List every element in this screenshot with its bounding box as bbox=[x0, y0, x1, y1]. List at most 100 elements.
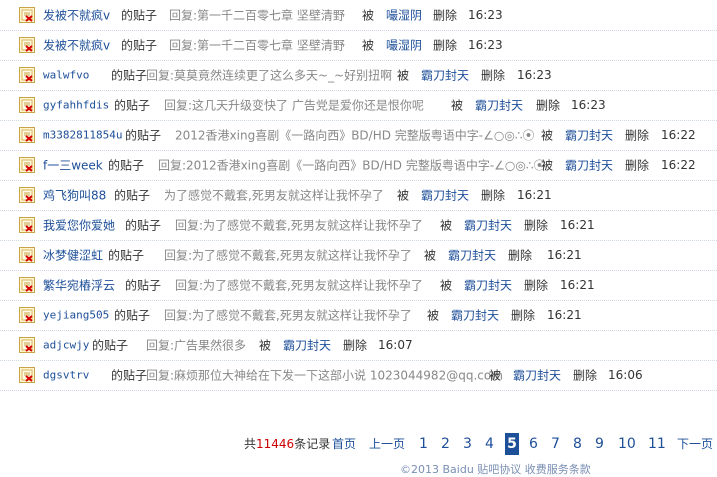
post-subject: 回复:第一千二百零七章 坚壁清野 bbox=[169, 8, 345, 23]
deleted-post-icon bbox=[19, 7, 35, 23]
list-item: walwfvo 的贴子 回复:莫莫竟然连续更了这么多天~_~好别扭啊被霸刀封天 删除 1… bbox=[0, 60, 717, 91]
by-label: 被 bbox=[541, 128, 554, 143]
post-author-link[interactable]: m3382811854u bbox=[43, 129, 122, 142]
by-label: 被 bbox=[451, 98, 464, 113]
total-records: 共11446条记录 bbox=[244, 437, 331, 451]
post-label: 的贴子 bbox=[92, 338, 129, 353]
deleted-post-icon bbox=[19, 217, 35, 233]
page-link-2[interactable]: 2 bbox=[441, 433, 450, 455]
post-label: 的贴子 bbox=[111, 368, 148, 383]
post-author-link[interactable]: yejiang505 bbox=[43, 309, 109, 322]
post-label: 的贴子 bbox=[108, 158, 145, 173]
post-author-link[interactable]: 我爱您你爱她 bbox=[43, 217, 115, 234]
operator-link[interactable]: 霸刀封天 bbox=[513, 367, 561, 384]
by-label: 被 bbox=[440, 278, 453, 293]
post-author-link[interactable]: 冰梦健涩虹 bbox=[43, 247, 103, 264]
deleted-post-icon bbox=[19, 247, 35, 263]
post-author-link[interactable]: gyfahhfdis bbox=[43, 99, 109, 112]
post-label: 的贴子 bbox=[108, 248, 145, 263]
operator-link[interactable]: 嘬湿阴 bbox=[386, 7, 422, 24]
by-label: 被 bbox=[397, 188, 410, 203]
post-author-link[interactable]: 发被不就疯v bbox=[43, 7, 110, 24]
action-label: 删除 bbox=[524, 218, 549, 233]
timestamp: 16:21 bbox=[560, 278, 595, 292]
post-label: 的贴子 bbox=[114, 308, 151, 323]
list-item: 发被不就疯v 的贴子 回复:第一千二百零七章 坚壁清野 被嘬湿阴 删除 16:23 bbox=[0, 0, 717, 31]
post-author-link[interactable]: adjcwjy bbox=[43, 339, 89, 352]
operator-link[interactable]: 霸刀封天 bbox=[464, 277, 512, 294]
by-label: 被 bbox=[489, 368, 502, 383]
page-link-8[interactable]: 8 bbox=[573, 433, 582, 455]
operator-link[interactable]: 霸刀封天 bbox=[464, 217, 512, 234]
deleted-post-icon bbox=[19, 187, 35, 203]
post-author-link[interactable]: dgsvtrv bbox=[43, 369, 89, 382]
action-label: 删除 bbox=[524, 278, 549, 293]
first-page-link[interactable]: 首页 bbox=[332, 433, 356, 455]
timestamp: 16:21 bbox=[547, 308, 582, 322]
operator-link[interactable]: 霸刀封天 bbox=[475, 97, 523, 114]
operator-link[interactable]: 霸刀封天 bbox=[283, 337, 331, 354]
post-label: 的贴子 bbox=[125, 278, 162, 293]
by-label: 被 bbox=[440, 218, 453, 233]
timestamp: 16:23 bbox=[468, 38, 503, 52]
by-label: 被 bbox=[424, 248, 437, 263]
deleted-post-icon bbox=[19, 277, 35, 293]
timestamp: 16:21 bbox=[560, 218, 595, 232]
operator-link[interactable]: 霸刀封天 bbox=[451, 307, 499, 324]
timestamp: 16:23 bbox=[571, 98, 606, 112]
operator-link[interactable]: 霸刀封天 bbox=[421, 187, 469, 204]
timestamp: 16:21 bbox=[517, 188, 552, 202]
list-item: adjcwjy 的贴子 回复:广告果然很多被霸刀封天 删除 16:07 bbox=[0, 330, 717, 361]
list-item: 我爱您你爱她 的贴子 回复:为了感觉不戴套,死男友就这样让我怀孕了 被霸刀封天 删除 16… bbox=[0, 210, 717, 241]
deleted-post-icon bbox=[19, 307, 35, 323]
timestamp: 16:21 bbox=[547, 248, 582, 262]
operator-link[interactable]: 霸刀封天 bbox=[448, 247, 496, 264]
deleted-post-icon bbox=[19, 367, 35, 383]
list-item: dgsvtrv 的贴子 回复:麻烦那位大神给在下发一下这部小说 1023044982… bbox=[0, 360, 717, 391]
page-link-9[interactable]: 9 bbox=[595, 433, 604, 455]
post-author-link[interactable]: 鸡飞狗叫88 bbox=[43, 187, 106, 204]
operator-link[interactable]: 嘬湿阴 bbox=[386, 37, 422, 54]
page-link-6[interactable]: 6 bbox=[529, 433, 538, 455]
post-author-link[interactable]: 发被不就疯v bbox=[43, 37, 110, 54]
post-author-link[interactable]: walwfvo bbox=[43, 69, 89, 82]
post-subject: 回复:为了感觉不戴套,死男友就这样让我怀孕了 bbox=[164, 248, 412, 263]
post-author-link[interactable]: 繁华宛樁浮云 bbox=[43, 277, 115, 294]
post-subject: 回复:为了感觉不戴套,死男友就这样让我怀孕了 bbox=[164, 308, 412, 323]
deleted-post-icon bbox=[19, 127, 35, 143]
deleted-post-icon bbox=[19, 97, 35, 113]
page-link-10[interactable]: 10 bbox=[618, 433, 636, 455]
action-label: 删除 bbox=[536, 98, 561, 113]
operator-link[interactable]: 霸刀封天 bbox=[421, 67, 469, 84]
operator-link[interactable]: 霸刀封天 bbox=[565, 157, 613, 174]
post-label: 的贴子 bbox=[114, 98, 151, 113]
action-label: 删除 bbox=[511, 308, 536, 323]
list-item: 发被不就疯v 的贴子 回复:第一千二百零七章 坚壁清野 被嘬湿阴 删除 16:23 bbox=[0, 30, 717, 61]
post-label: 的贴子 bbox=[114, 188, 151, 203]
post-label: 的贴子 bbox=[111, 68, 148, 83]
timestamp: 16:06 bbox=[608, 368, 643, 382]
post-subject: 回复:为了感觉不戴套,死男友就这样让我怀孕了 bbox=[175, 278, 423, 293]
post-subject: 回复:为了感觉不戴套,死男友就这样让我怀孕了 bbox=[175, 218, 423, 233]
list-item: gyfahhfdis 的贴子 回复:这几天升级变快了 广告党是爱你还是恨你呢 被霸刀封… bbox=[0, 90, 717, 121]
list-item: 冰梦健涩虹 的贴子 回复:为了感觉不戴套,死男友就这样让我怀孕了被霸刀封天 删除 16:… bbox=[0, 240, 717, 271]
page-link-11[interactable]: 11 bbox=[648, 433, 666, 455]
prev-page-link[interactable]: 上一页 bbox=[369, 433, 405, 455]
post-subject: 回复:麻烦那位大神给在下发一下这部小说 1023044982@qq.com bbox=[146, 368, 503, 383]
post-author-link[interactable]: f一三week bbox=[43, 157, 103, 174]
by-label: 被 bbox=[362, 8, 375, 23]
post-subject: 2012香港xing喜剧《一路向西》BD/HD 完整版粤语中字-∠○◎∴⦿ bbox=[175, 128, 535, 143]
action-label: 删除 bbox=[625, 158, 650, 173]
timestamp: 16:07 bbox=[378, 338, 413, 352]
by-label: 被 bbox=[362, 38, 375, 53]
deleted-post-icon bbox=[19, 337, 35, 353]
page-link-7[interactable]: 7 bbox=[551, 433, 560, 455]
page-link-4[interactable]: 4 bbox=[485, 433, 494, 455]
operator-link[interactable]: 霸刀封天 bbox=[565, 127, 613, 144]
action-label: 删除 bbox=[573, 368, 598, 383]
list-item: yejiang505 的贴子 回复:为了感觉不戴套,死男友就这样让我怀孕了被霸刀封天… bbox=[0, 300, 717, 331]
page-link-1[interactable]: 1 bbox=[419, 433, 428, 455]
page-link-3[interactable]: 3 bbox=[463, 433, 472, 455]
footer-links[interactable]: ©2013 Baidu 贴吧协议 收费服务条款 bbox=[400, 461, 591, 477]
next-page-link[interactable]: 下一页 bbox=[677, 433, 713, 455]
